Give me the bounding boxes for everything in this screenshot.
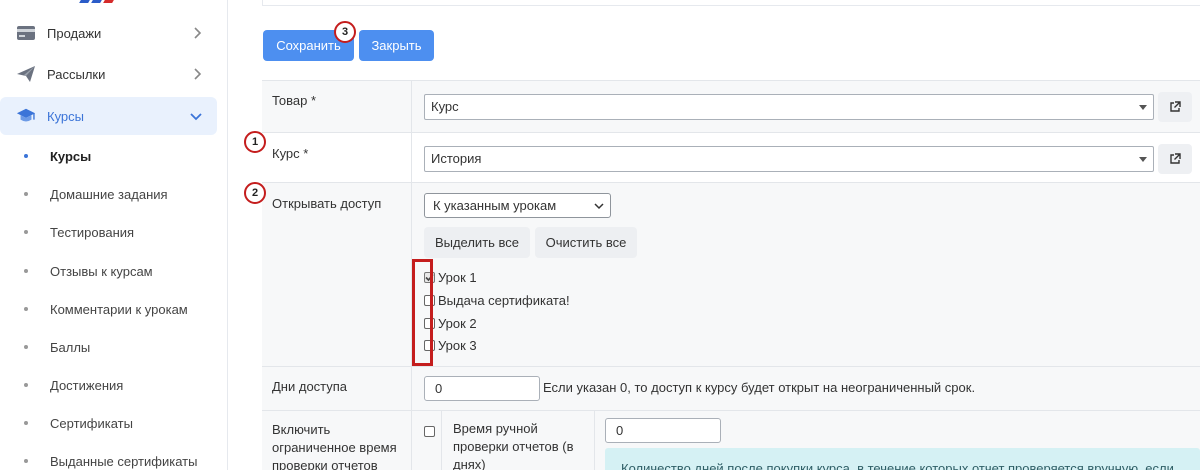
course-select[interactable]: История: [424, 146, 1154, 172]
days-hint: Если указан 0, то доступ к курсу будет о…: [543, 380, 976, 395]
days-label: Дни доступа: [262, 367, 412, 410]
sidebar: Продажи Рассылки Курсы Курсы Домашние за…: [0, 0, 228, 470]
external-link-icon: [1170, 153, 1181, 164]
submenu-item-comments[interactable]: Комментарии к урокам: [24, 299, 188, 319]
open-course-button[interactable]: [1158, 144, 1192, 174]
form-row-days: Дни доступа 0 Если указан 0, то доступ к…: [262, 366, 1200, 410]
submenu-item-points[interactable]: Баллы: [24, 337, 90, 357]
graduation-cap-icon: [16, 106, 36, 126]
submenu-item-courses[interactable]: Курсы: [24, 146, 91, 166]
sidebar-item-label: Продажи: [47, 25, 102, 41]
manual-check-info: Количество дней после покупки курса, в т…: [605, 448, 1200, 470]
product-label: Товар *: [262, 81, 412, 132]
top-panel-edge: [262, 0, 1200, 6]
clear-all-button[interactable]: Очистить все: [535, 227, 637, 258]
sidebar-item-sales[interactable]: Продажи: [0, 14, 218, 52]
product-select[interactable]: Курс: [424, 94, 1154, 120]
chevron-down-icon: [594, 203, 604, 210]
submenu-item-homework[interactable]: Домашние задания: [24, 184, 168, 204]
sidebar-item-label: Курсы: [47, 108, 85, 124]
annotation-highlight: [412, 259, 433, 366]
open-product-button[interactable]: [1158, 92, 1192, 122]
annotation-badge-2: 2: [244, 182, 266, 204]
annotation-badge-3: 3: [334, 21, 356, 43]
sidebar-item-label: Рассылки: [47, 66, 106, 82]
sidebar-item-mailings[interactable]: Рассылки: [0, 55, 218, 93]
close-button[interactable]: Закрыть: [359, 30, 434, 61]
days-input[interactable]: 0: [424, 376, 540, 401]
chevron-down-icon: [190, 113, 202, 121]
access-mode-select[interactable]: К указанным урокам: [424, 193, 611, 218]
submenu-item-tests[interactable]: Тестирования: [24, 222, 134, 242]
course-label: Курс *: [262, 133, 412, 182]
caret-down-icon: [1139, 105, 1147, 110]
submenu-item-certificates[interactable]: Сертификаты: [24, 413, 133, 433]
submenu-item-achievements[interactable]: Достижения: [24, 375, 123, 395]
annotation-badge-1: 1: [244, 131, 266, 153]
chevron-right-icon: [194, 68, 202, 80]
paper-plane-icon: [16, 64, 36, 84]
caret-down-icon: [1139, 157, 1147, 162]
logo: [79, 0, 114, 3]
submenu-item-issued-certificates[interactable]: Выданные сертификаты: [24, 451, 197, 470]
submenu-item-reviews[interactable]: Отзывы к курсам: [24, 261, 153, 281]
form-row-manual-check: Включить ограниченное время проверки отч…: [262, 410, 1200, 470]
external-link-icon: [1170, 101, 1181, 112]
manual-check-days-input[interactable]: 0: [605, 418, 721, 443]
form-row-product: Товар * Курс: [262, 80, 1200, 132]
manual-check-sub-label: Время ручной проверки отчетов (в днях): [442, 411, 595, 470]
main-content: Сохранить Закрыть Товар * Курс Курс * Ис…: [229, 0, 1200, 470]
sidebar-item-courses[interactable]: Курсы: [0, 97, 217, 135]
chevron-right-icon: [194, 27, 202, 39]
manual-check-label: Включить ограниченное время проверки отч…: [262, 411, 412, 470]
card-icon: [16, 23, 36, 43]
manual-check-checkbox[interactable]: [424, 426, 435, 437]
lesson-item[interactable]: Выдача сертификата!: [424, 291, 570, 309]
form-row-course: Курс * История: [262, 132, 1200, 182]
select-all-button[interactable]: Выделить все: [424, 227, 530, 258]
